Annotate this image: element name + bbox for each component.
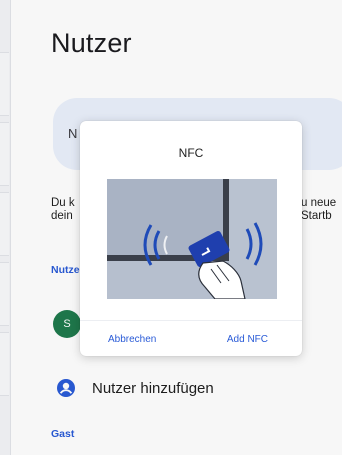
- add-nfc-button[interactable]: Add NFC: [227, 334, 268, 345]
- dialog-title: NFC: [178, 146, 204, 160]
- nfc-illustration: [107, 179, 277, 299]
- nfc-dialog: NFC Abbrechen Add NFC: [80, 121, 302, 356]
- cancel-button[interactable]: Abbrechen: [108, 334, 156, 345]
- dialog-actions: Abbrechen Add NFC: [80, 320, 302, 357]
